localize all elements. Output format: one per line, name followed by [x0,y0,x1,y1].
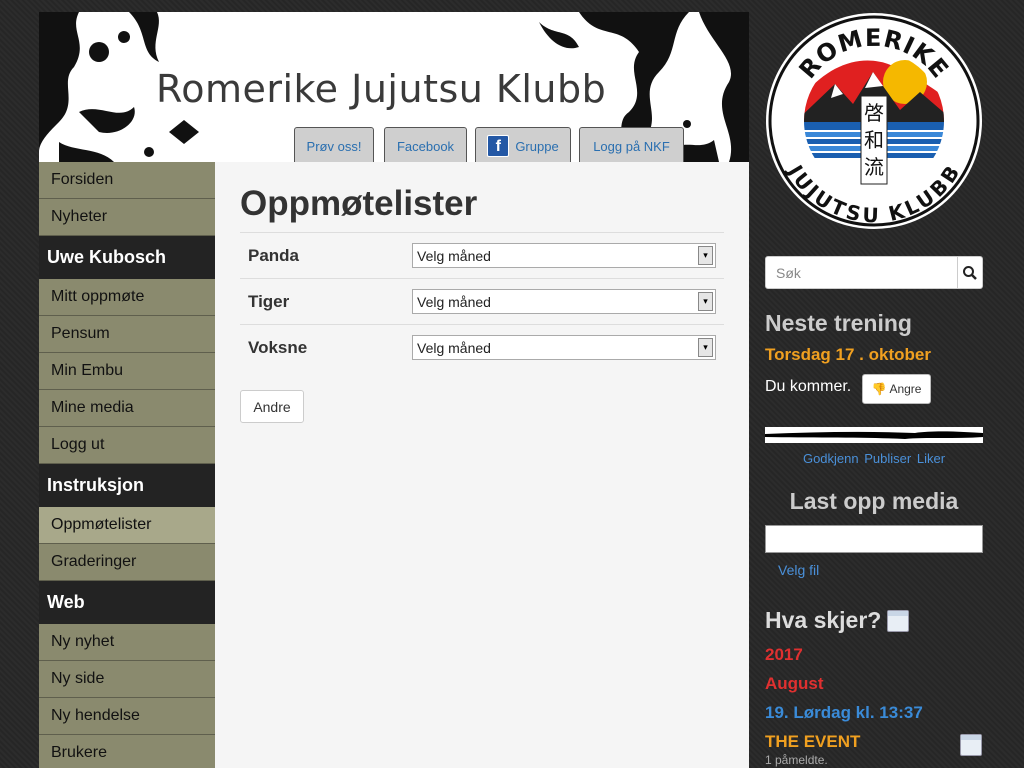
table-row: Tiger Velg måned ▾ [240,278,724,324]
nkf-login-button[interactable]: Logg på NKF [579,127,684,162]
nav-heading-instruksjon: Instruksjon [39,464,215,507]
facebook-label: Facebook [396,138,455,154]
group-button[interactable]: f Gruppe [475,127,571,162]
nav-item-forsiden[interactable]: Forsiden [39,162,215,199]
event-title[interactable]: THE EVENT [765,732,860,752]
page-title: Oppmøtelister [240,184,478,223]
row-label: Panda [248,245,300,265]
nav-item-mine-media[interactable]: Mine media [39,390,215,427]
logo-kanji-2: 和 [864,128,884,152]
publish-link[interactable]: Publiser [864,451,911,466]
event-attendee-count: 1 påmeldte. [765,753,828,767]
month-select-panda[interactable]: Velg måned ▾ [412,243,716,268]
main-content: Oppmøtelister Panda Velg måned ▾ Tiger V… [215,162,749,768]
media-preview-strip[interactable] [765,427,983,443]
like-link[interactable]: Liker [917,451,945,466]
events-title-label: Hva skjer? [765,607,882,633]
nav-item-oppmotelister[interactable]: Oppmøtelister [39,507,215,544]
select-value: Velg måned [417,247,491,264]
upload-media-title: Last opp media [789,488,959,514]
next-training-title: Neste trening [765,310,912,336]
nav-item-pensum[interactable]: Pensum [39,316,215,353]
thumbs-down-icon: 👎 [871,382,887,396]
select-value: Velg måned [417,293,491,310]
row-label: Voksne [248,337,308,357]
dropdown-arrow-icon: ▾ [698,338,713,357]
nav-item-brukere[interactable]: Brukere [39,735,215,768]
try-us-button[interactable]: Prøv oss! [294,127,374,162]
nav-item-ny-hendelse[interactable]: Ny hendelse [39,698,215,735]
nav-item-mitt-oppmote[interactable]: Mitt oppmøte [39,279,215,316]
facebook-button[interactable]: Facebook [384,127,467,162]
facebook-icon: f [487,135,510,157]
nav-heading-user: Uwe Kubosch [39,236,215,279]
dropdown-arrow-icon: ▾ [698,292,713,311]
nkf-login-label: Logg på NKF [593,138,670,154]
month-select-voksne[interactable]: Velg måned ▾ [412,335,716,360]
event-day: 19. Lørdag kl. 13:37 [765,703,923,722]
event-year: 2017 [765,645,803,664]
search-button[interactable] [957,257,982,288]
search-input[interactable] [766,257,957,288]
select-value: Velg måned [417,339,491,356]
nav-item-min-embu[interactable]: Min Embu [39,353,215,390]
attendance-status: Du kommer. [765,378,852,395]
group-label: Gruppe [515,138,559,154]
approve-link[interactable]: Godkjenn [803,451,859,466]
nav-item-ny-nyhet[interactable]: Ny nyhet [39,624,215,661]
left-nav: Forsiden Nyheter Uwe Kubosch Mitt oppmøt… [39,162,215,768]
event-month: August [765,674,824,693]
logo-kanji-1: 啓 [864,101,884,125]
search-icon [963,265,977,280]
table-row: Panda Velg måned ▾ [240,232,724,278]
dropdown-arrow-icon: ▾ [698,246,713,265]
site-title: Romerike Jujutsu Klubb [156,67,607,111]
table-row: Voksne Velg måned ▾ [240,324,724,370]
angre-button[interactable]: 👎 Angre [862,374,931,404]
right-sidebar: 啓 和 流 ROMERIKE JUJUTSU KLUBB Neste treni… [749,0,1024,768]
nav-item-graderinger[interactable]: Graderinger [39,544,215,581]
nav-item-nyheter[interactable]: Nyheter [39,199,215,236]
nav-heading-web: Web [39,581,215,624]
upload-file-input[interactable] [765,525,983,553]
row-label: Tiger [248,291,290,311]
next-training-date: Torsdag 17 . oktober [765,345,931,364]
site-header: Romerike Jujutsu Klubb Prøv oss! Faceboo… [39,12,749,162]
attendance-table: Panda Velg måned ▾ Tiger Velg måned ▾ Vo… [240,232,724,370]
club-logo[interactable]: 啓 和 流 ROMERIKE JUJUTSU KLUBB [765,12,983,230]
calendar-icon[interactable] [887,609,910,632]
events-title: Hva skjer? [765,607,910,634]
nav-item-logg-ut[interactable]: Logg ut [39,427,215,464]
month-select-tiger[interactable]: Velg måned ▾ [412,289,716,314]
media-actions: Godkjenn Publiser Liker [765,451,983,466]
andre-button[interactable]: Andre [240,390,304,423]
calendar-icon[interactable] [960,734,982,756]
choose-file-link[interactable]: Velg fil [778,562,819,578]
search-bar [765,256,983,289]
try-us-label: Prøv oss! [306,138,362,154]
nav-item-ny-side[interactable]: Ny side [39,661,215,698]
angre-label: Angre [889,382,922,396]
logo-kanji-3: 流 [864,155,884,179]
